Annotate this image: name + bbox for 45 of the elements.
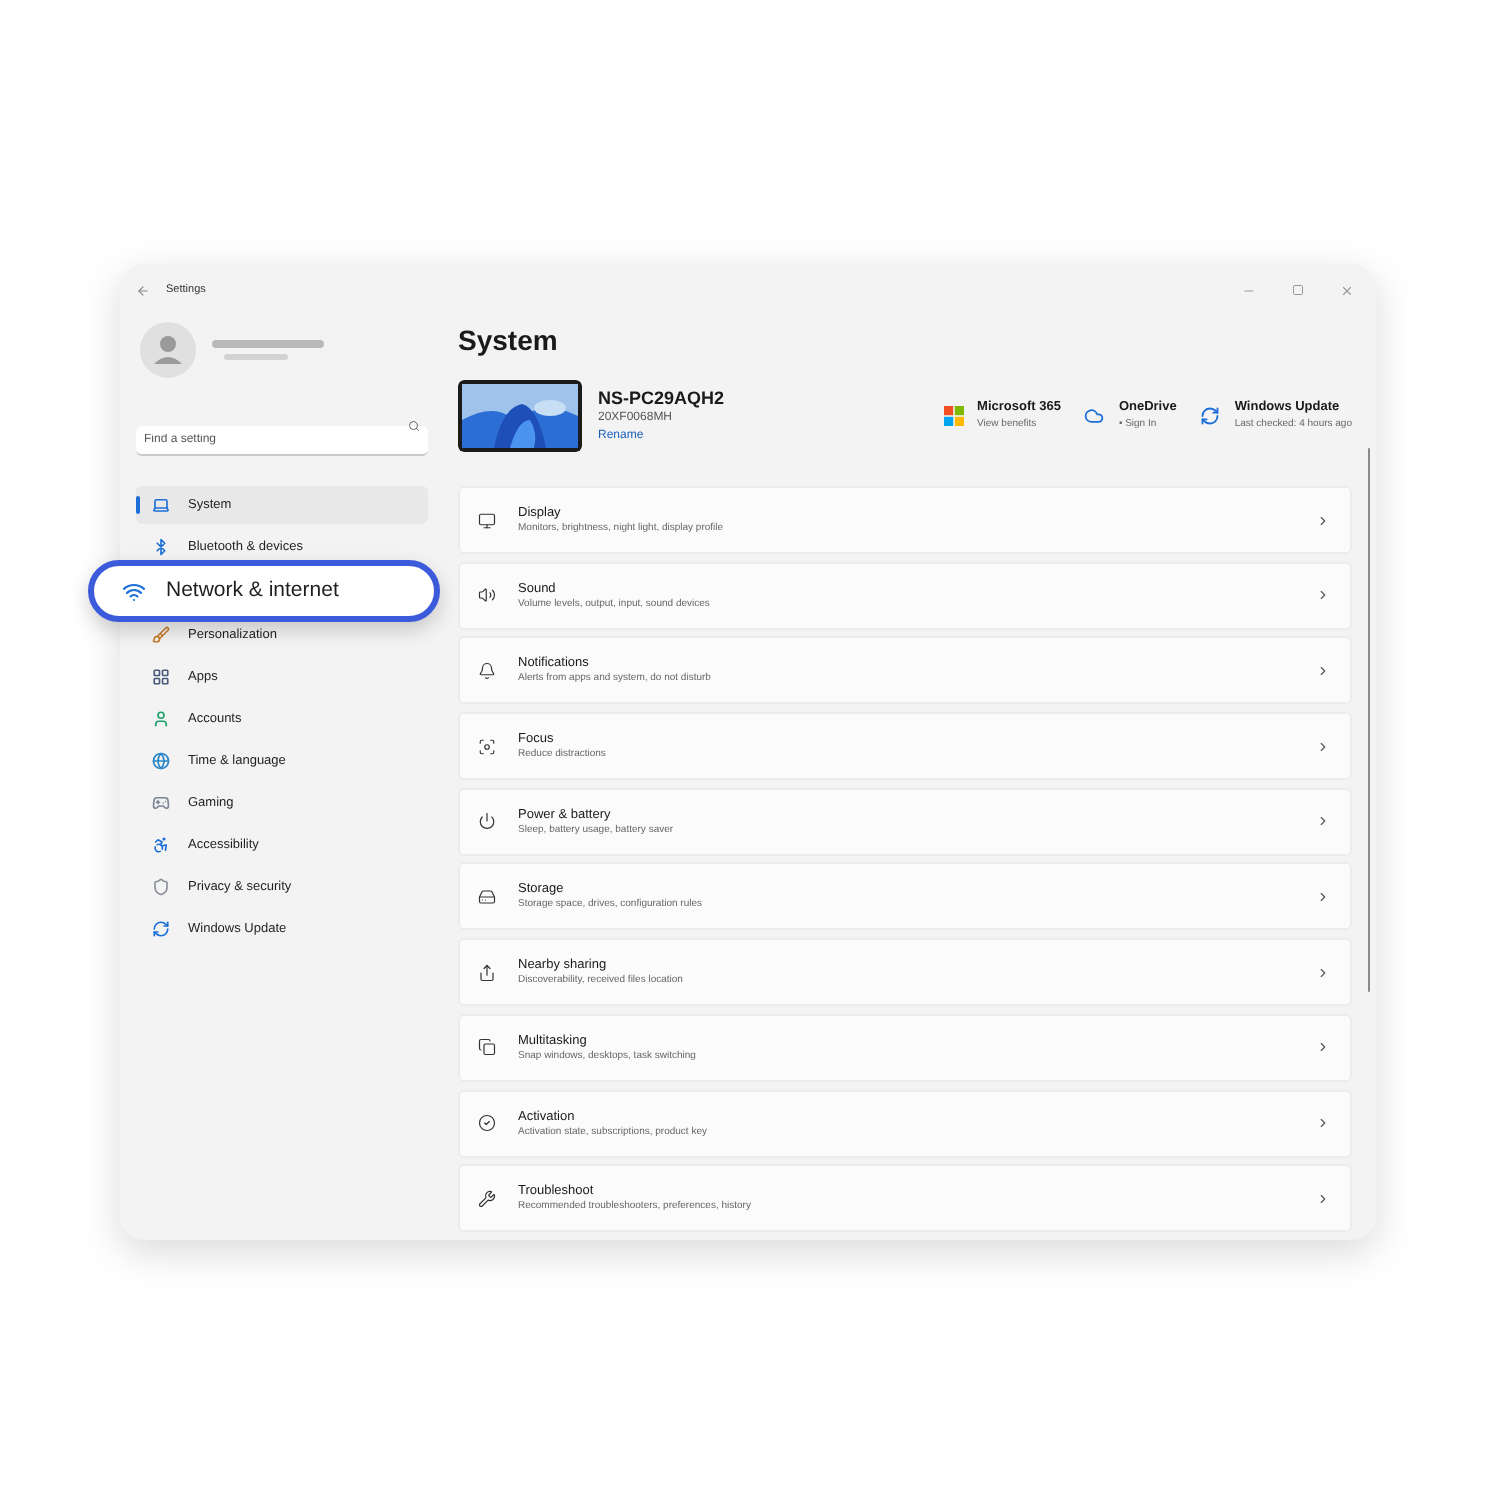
focus-icon	[478, 737, 496, 756]
maximize-icon[interactable]	[1292, 284, 1304, 296]
page-title: System	[458, 322, 560, 360]
shield-icon	[152, 878, 170, 896]
nav-item[interactable]: Network & internet	[88, 560, 440, 622]
blurred-account-name	[212, 338, 328, 362]
bluetooth-icon	[152, 538, 170, 556]
drive-icon	[478, 887, 496, 906]
brush-icon	[152, 626, 170, 644]
chevron-icon	[1316, 739, 1330, 754]
apps-icon	[152, 668, 170, 686]
search-icon[interactable]	[408, 419, 420, 431]
update-icon	[1200, 406, 1221, 426]
chevron-icon	[1316, 889, 1330, 904]
back-icon[interactable]	[136, 283, 150, 297]
wifi-icon	[122, 579, 146, 603]
wrench-icon	[478, 1189, 496, 1208]
cloud-icon	[1084, 406, 1105, 426]
four-squares-icon	[943, 406, 964, 426]
chevron-icon	[1316, 513, 1330, 527]
avatar	[140, 322, 196, 378]
device-name: NS-PC29AQH2	[598, 387, 725, 409]
selection-indicator	[136, 496, 140, 514]
close-icon[interactable]	[1340, 283, 1354, 297]
windows-icon	[478, 1038, 496, 1057]
person-icon	[152, 710, 170, 728]
chevron-icon	[1316, 814, 1330, 829]
check-circle-icon	[478, 1114, 496, 1132]
scrollbar[interactable]	[1367, 448, 1370, 992]
laptop-icon	[152, 496, 170, 514]
bell-icon	[478, 661, 496, 680]
gamepad-icon	[152, 794, 170, 812]
accessibility-icon	[152, 836, 170, 854]
globe-icon	[152, 752, 170, 770]
monitor-icon	[478, 511, 496, 529]
speaker-icon	[478, 586, 496, 605]
chevron-icon	[1316, 965, 1330, 980]
chevron-icon	[1316, 1040, 1330, 1055]
chevron-icon	[1316, 1191, 1330, 1206]
chevron-icon	[1316, 1116, 1330, 1130]
share-icon	[478, 963, 496, 982]
update-icon	[152, 920, 170, 938]
chevron-icon	[1316, 588, 1330, 603]
chevron-icon	[1316, 663, 1330, 678]
power-icon	[478, 812, 496, 831]
